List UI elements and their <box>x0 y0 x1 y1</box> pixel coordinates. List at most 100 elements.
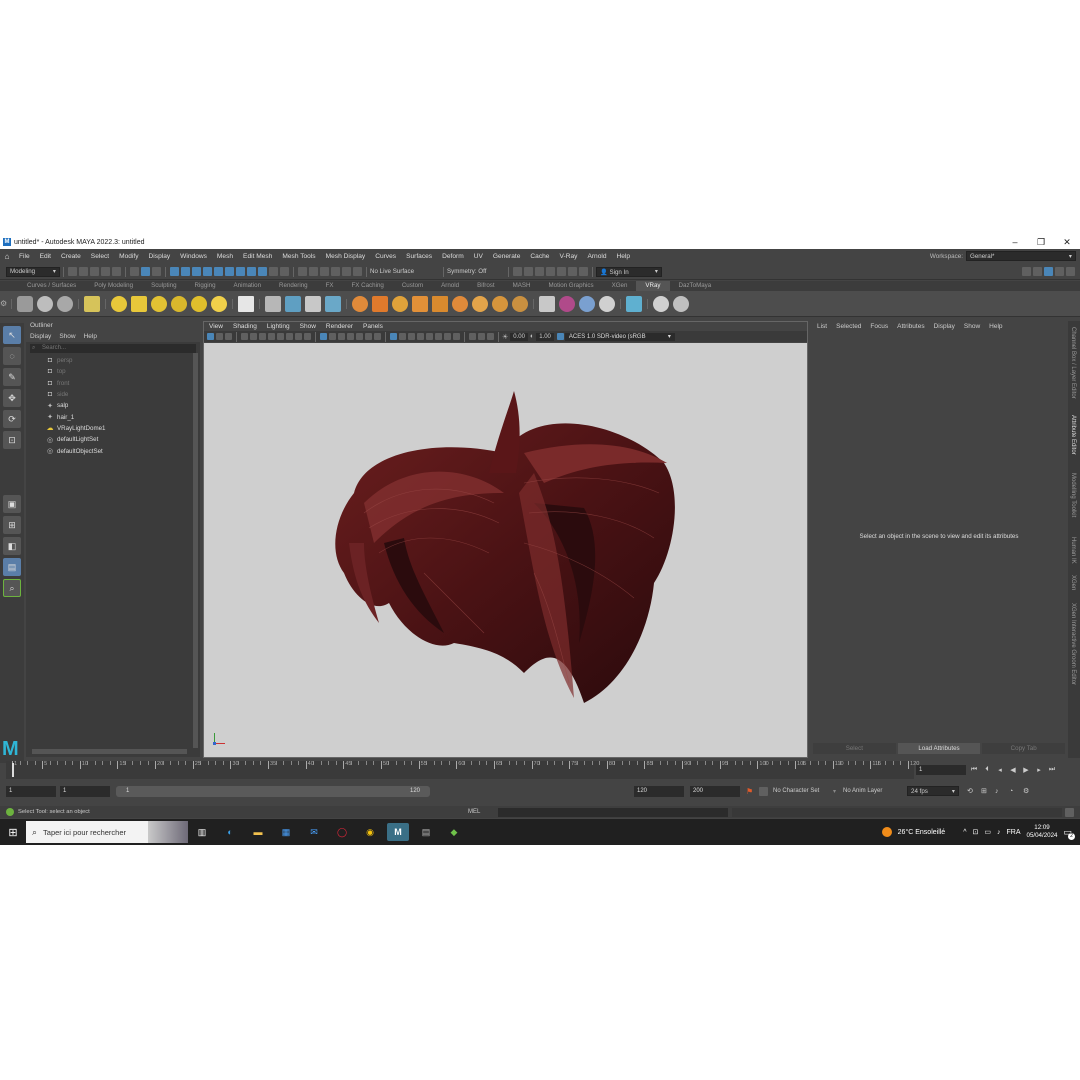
tab-channel-box[interactable]: Channel Box / Layer Editor <box>1070 327 1076 399</box>
menu-windows[interactable]: Windows <box>175 253 212 260</box>
maximize-button[interactable]: ❐ <box>1028 235 1054 249</box>
menu-generate[interactable]: Generate <box>488 253 526 260</box>
channel-box-toggle-icon[interactable] <box>1066 267 1075 276</box>
vray-enmesh-icon[interactable] <box>412 295 428 312</box>
undo-icon[interactable] <box>101 267 110 276</box>
vray-dome-light-icon[interactable] <box>111 295 127 312</box>
step-back-key-icon[interactable]: ⏴ <box>982 766 992 774</box>
backface-culling-icon[interactable] <box>417 333 424 340</box>
tab-attribute-editor[interactable]: Attribute Editor <box>1070 415 1076 455</box>
outliner-item[interactable]: ◘ front <box>26 378 200 389</box>
menu-file[interactable]: File <box>14 253 35 260</box>
menu-mesh[interactable]: Mesh <box>212 253 238 260</box>
vray-sun-light-icon[interactable] <box>211 295 227 312</box>
playblast-icon[interactable] <box>568 267 577 276</box>
render-icon[interactable] <box>320 267 329 276</box>
opera-icon[interactable]: ◯ <box>331 823 353 841</box>
camera-attributes-icon[interactable] <box>216 333 223 340</box>
vray-clipper-icon[interactable] <box>372 295 388 312</box>
gamma-field[interactable]: 1.00 <box>536 332 554 341</box>
four-view-icon[interactable]: ⊞ <box>3 516 21 534</box>
paint-select-tool-icon[interactable]: ✎ <box>3 368 21 386</box>
menu-edit[interactable]: Edit <box>35 253 56 260</box>
menu-edit-mesh[interactable]: Edit Mesh <box>238 253 277 260</box>
vray-subdivision-icon[interactable] <box>472 295 488 312</box>
tab-modelling-toolkit[interactable]: Modelling Toolkit <box>1070 473 1076 517</box>
home-icon[interactable]: ⌂ <box>0 252 14 261</box>
close-button[interactable]: ✕ <box>1054 235 1080 249</box>
wireframe-on-shaded-icon[interactable] <box>347 333 354 340</box>
script-language-toggle[interactable]: MEL <box>468 809 498 815</box>
minimize-button[interactable]: – <box>1002 235 1028 249</box>
menu-vray[interactable]: V-Ray <box>554 253 582 260</box>
clock[interactable]: 12:09 05/04/2024 <box>1027 824 1058 840</box>
outliner-menu-help[interactable]: Help <box>84 333 97 340</box>
symmetry-label[interactable]: Symmetry: Off <box>447 268 505 275</box>
mail-icon[interactable]: ✉ <box>303 823 325 841</box>
vray-ipr-shelf-icon[interactable] <box>37 295 53 312</box>
viewport-menu-show[interactable]: Show <box>295 323 321 330</box>
vray-taskbar-icon[interactable]: ◆ <box>443 823 465 841</box>
select-component-icon[interactable] <box>152 267 161 276</box>
redo-icon[interactable] <box>112 267 121 276</box>
ae-menu-attributes[interactable]: Attributes <box>897 323 924 330</box>
render-view-icon[interactable] <box>331 267 340 276</box>
viewport-menu-panels[interactable]: Panels <box>358 323 388 330</box>
snap-grid-icon[interactable] <box>170 267 179 276</box>
animation-preferences-icon[interactable]: ⚙ <box>1023 787 1037 795</box>
color-management-icon[interactable] <box>556 333 564 340</box>
menu-set-dropdown[interactable]: Modeling ▾ <box>6 266 60 277</box>
menu-modify[interactable]: Modify <box>114 253 143 260</box>
sync-icon[interactable]: ◔ <box>1009 788 1023 795</box>
vray-instancer-icon[interactable] <box>432 295 448 312</box>
soft-select-icon[interactable] <box>280 267 289 276</box>
play-backwards-icon[interactable]: ◀ <box>1008 766 1018 774</box>
isolate-select-icon[interactable] <box>469 333 476 340</box>
grease-pencil-icon[interactable] <box>259 333 266 340</box>
shelf-tab-fx[interactable]: FX <box>317 281 343 291</box>
select-button[interactable]: Select <box>813 743 896 754</box>
vray-fur-icon[interactable] <box>352 295 368 312</box>
shelf-tab-xgen[interactable]: XGen <box>603 281 637 291</box>
task-view-icon[interactable]: ▥ <box>191 823 213 841</box>
vray-settings-icon[interactable] <box>84 295 100 312</box>
camera-sequencer-icon[interactable] <box>1022 267 1031 276</box>
copy-tab-button[interactable]: Copy Tab <box>982 743 1066 754</box>
tab-xgen[interactable]: XGen <box>1070 575 1076 590</box>
vray-material-library-icon[interactable] <box>579 295 595 312</box>
vray-rect-light-icon[interactable] <box>131 295 147 312</box>
vray-volume-icon[interactable] <box>325 295 341 312</box>
menu-surfaces[interactable]: Surfaces <box>401 253 437 260</box>
depth-of-field-icon[interactable] <box>453 333 460 340</box>
lock-icon[interactable] <box>269 267 278 276</box>
vray-proxy-icon[interactable] <box>265 295 281 312</box>
shelf-tab-fx-caching[interactable]: FX Caching <box>343 281 393 291</box>
vray-vfb-icon[interactable] <box>57 295 73 312</box>
snap-curve-icon[interactable] <box>181 267 190 276</box>
select-tool-icon[interactable]: ↖ <box>3 326 21 344</box>
outliner-search-input[interactable]: ⌕ Search... <box>30 344 196 353</box>
view-transform-dropdown[interactable]: ACES 1.0 SDR-video (sRGB ▾ <box>564 332 675 341</box>
move-tool-icon[interactable]: ✥ <box>3 389 21 407</box>
range-slider[interactable]: 1 120 <box>116 786 430 797</box>
vray-multi-material-icon[interactable] <box>559 295 575 312</box>
tab-xgen-groom-editor[interactable]: XGen Interactive Groom Editor <box>1070 603 1076 685</box>
current-frame-field[interactable]: 1 <box>916 765 966 775</box>
animation-start-field[interactable]: 1 <box>6 785 56 797</box>
key-preferences-icon[interactable] <box>759 786 768 796</box>
snap-surface-icon[interactable] <box>236 267 245 276</box>
ae-menu-list[interactable]: List <box>817 323 827 330</box>
vray-displacement-icon[interactable] <box>452 295 468 312</box>
outliner-layout-icon[interactable]: ◧ <box>3 537 21 555</box>
windows-start-icon[interactable]: ⊞ <box>0 826 26 839</box>
network-icon[interactable]: ⊡ <box>973 828 979 836</box>
outliner-item[interactable]: ✦ salp <box>26 400 200 411</box>
auto-key-icon[interactable]: ⚑ <box>746 787 758 796</box>
snap-view-plane-icon[interactable] <box>214 267 223 276</box>
sound-icon[interactable]: ♪ <box>995 788 1009 795</box>
image-plane-icon[interactable] <box>241 333 248 340</box>
viewport-menu-view[interactable]: View <box>204 323 228 330</box>
anti-aliasing-icon[interactable] <box>444 333 451 340</box>
shelf-tab-rigging[interactable]: Rigging <box>186 281 225 291</box>
snap-projected-icon[interactable] <box>203 267 212 276</box>
